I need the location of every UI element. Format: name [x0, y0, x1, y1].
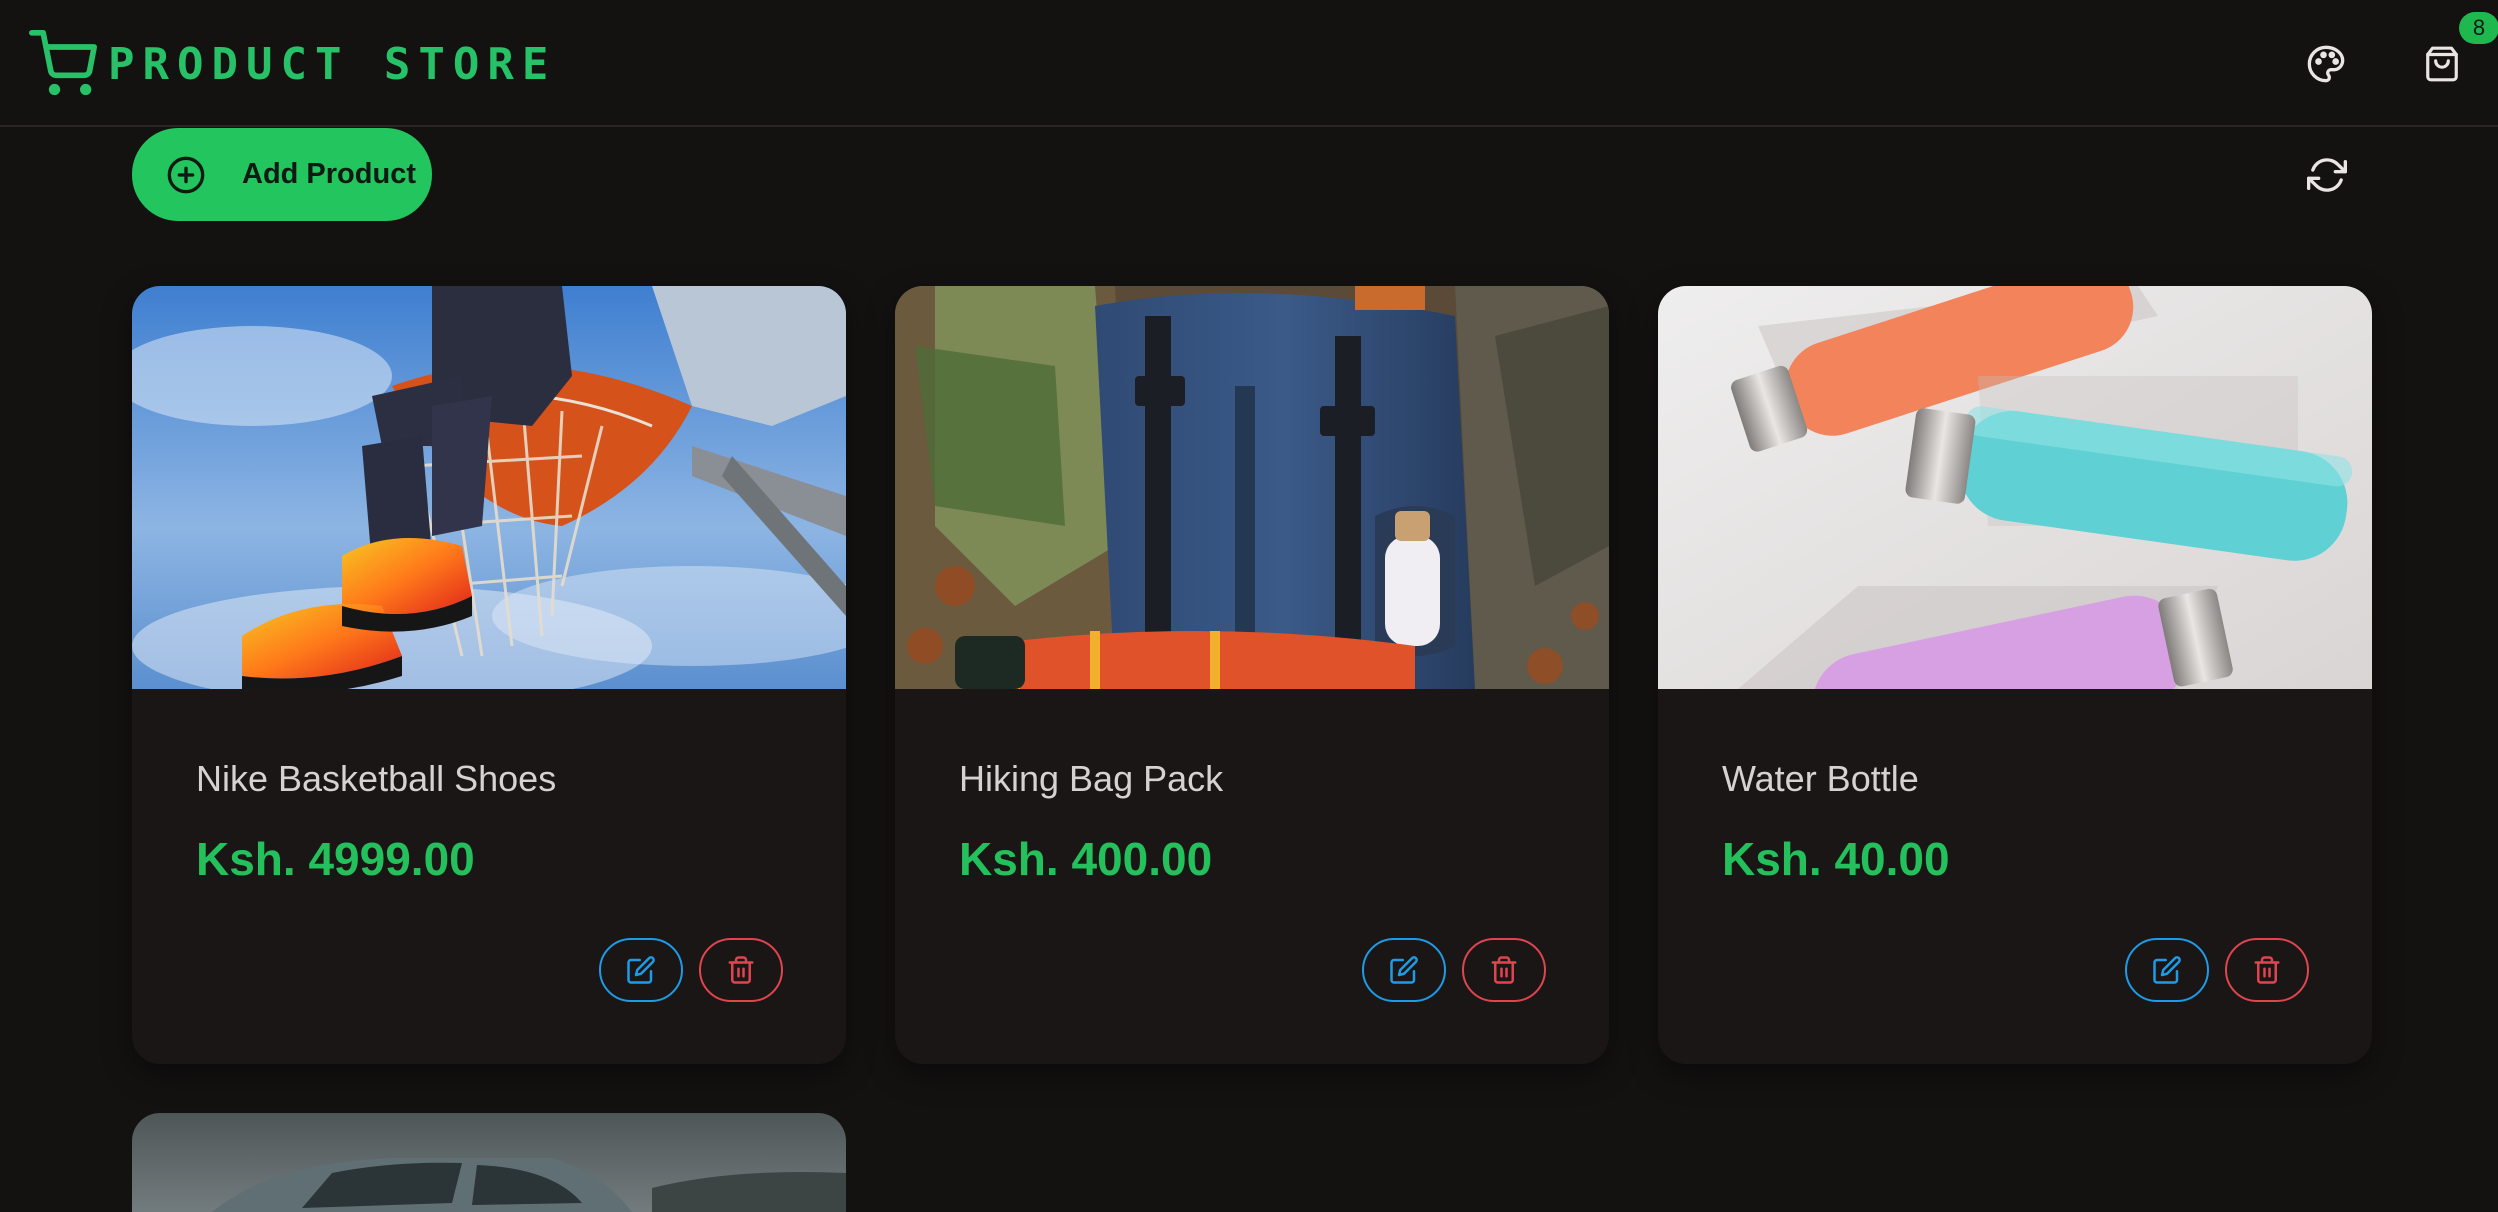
- edit-product-button[interactable]: [599, 938, 683, 1002]
- water-bottles-photo: [1658, 286, 2372, 689]
- product-image: [1658, 286, 2372, 689]
- product-price: Ksh. 400.00: [959, 833, 1213, 885]
- product-name: Water Bottle: [1722, 758, 1919, 799]
- product-card: [132, 1113, 846, 1212]
- edit-icon: [627, 956, 655, 984]
- refresh-icon: [2307, 158, 2347, 192]
- basketball-shoes-photo: [132, 286, 846, 689]
- delete-product-button[interactable]: [699, 938, 783, 1002]
- brand-link[interactable]: PRODUCT STORE: [28, 30, 556, 98]
- add-product-button[interactable]: Add Product: [132, 128, 432, 221]
- car-photo: [132, 1113, 846, 1212]
- shopping-cart-icon: [29, 30, 97, 96]
- edit-product-button[interactable]: [2125, 938, 2209, 1002]
- shopping-bag-icon: [2426, 46, 2458, 82]
- plus-circle-icon: [167, 156, 205, 193]
- product-name: Hiking Bag Pack: [959, 758, 1224, 799]
- delete-product-button[interactable]: [1462, 938, 1546, 1002]
- cart-count-badge: 8: [2459, 12, 2498, 44]
- product-card: Hiking Bag Pack Ksh. 400.00: [895, 286, 1609, 1064]
- product-price: Ksh. 4999.00: [196, 833, 475, 885]
- refresh-button[interactable]: [2300, 148, 2354, 202]
- product-image: [895, 286, 1609, 689]
- cart-button[interactable]: [2412, 36, 2472, 92]
- product-card: Nike Basketball Shoes Ksh. 4999.00: [132, 286, 846, 1064]
- brand-title: PRODUCT STORE: [108, 38, 557, 90]
- edit-product-button[interactable]: [1362, 938, 1446, 1002]
- product-price: Ksh. 40.00: [1722, 833, 1950, 885]
- product-card: Water Bottle Ksh. 40.00: [1658, 286, 2372, 1064]
- trash-icon: [1491, 956, 1517, 984]
- palette-icon: [2307, 45, 2345, 83]
- product-image: [132, 286, 846, 689]
- trash-icon: [728, 956, 754, 984]
- navbar: PRODUCT STORE 8: [0, 0, 2498, 127]
- trash-icon: [2254, 956, 2280, 984]
- product-name: Nike Basketball Shoes: [196, 758, 557, 799]
- delete-product-button[interactable]: [2225, 938, 2309, 1002]
- theme-toggle-button[interactable]: [2296, 36, 2356, 92]
- add-product-label: Add Product: [242, 158, 416, 190]
- edit-icon: [2153, 956, 2181, 984]
- hiking-backpack-photo: [895, 286, 1609, 689]
- edit-icon: [1390, 956, 1418, 984]
